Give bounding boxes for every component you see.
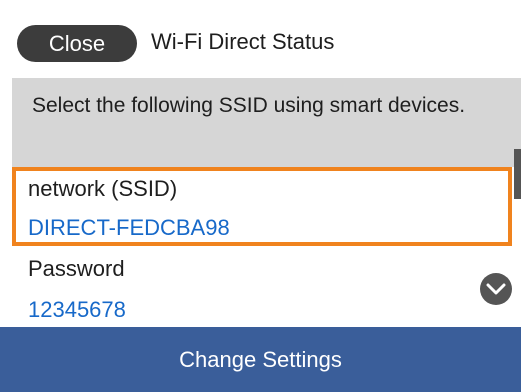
scrollbar-thumb[interactable] [514,149,521,199]
info-panel: Select the following SSID using smart de… [12,78,521,167]
scrollbar[interactable] [514,149,521,327]
change-settings-button[interactable]: Change Settings [0,327,521,392]
password-label: Password [28,256,125,281]
instruction-text: Select the following SSID using smart de… [32,94,466,117]
ssid-label: network (SSID) [28,176,178,201]
chevron-down-icon [486,283,506,295]
close-button[interactable]: Close [17,25,137,62]
header-bar: Close Wi-Fi Direct Status [0,0,521,78]
settings-list[interactable]: network (SSID) DIRECT-FEDCBA98 Password … [12,149,521,327]
page-title: Wi-Fi Direct Status [151,29,335,54]
password-value: 12345678 [28,297,126,322]
wifi-direct-status-screen: Close Wi-Fi Direct Status Select the fol… [0,0,521,392]
scroll-down-button[interactable] [480,273,512,305]
ssid-value: DIRECT-FEDCBA98 [28,215,230,240]
